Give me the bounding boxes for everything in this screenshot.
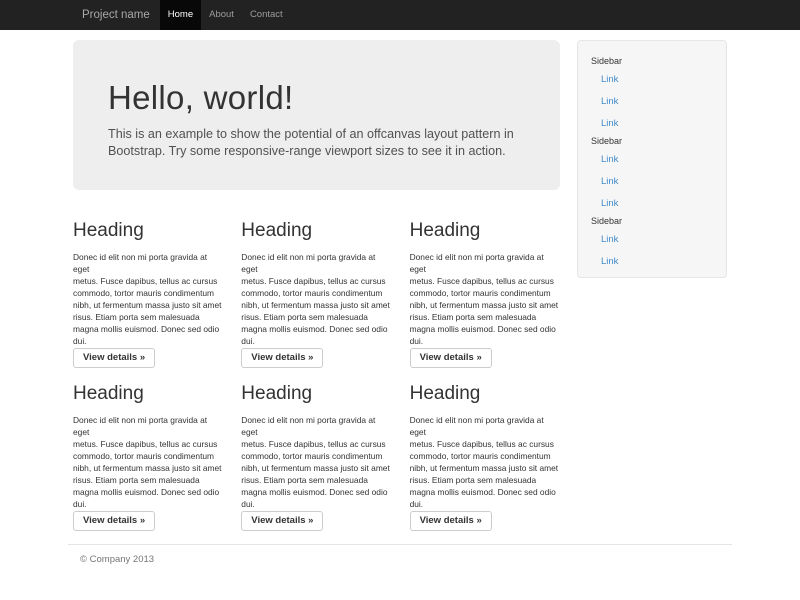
card-6: Heading Donec id elit non mi porta gravi… <box>405 368 573 531</box>
card-2: Heading Donec id elit non mi porta gravi… <box>236 205 404 368</box>
nav-item-about[interactable]: About <box>201 0 242 30</box>
content-row: Hello, world! This is an example to show… <box>68 30 732 531</box>
card-body-text: Donec id elit non mi porta gravida at eg… <box>73 414 222 510</box>
nav-item-contact[interactable]: Contact <box>242 0 291 30</box>
card-5: Heading Donec id elit non mi porta gravi… <box>236 368 404 531</box>
jumbotron: Hello, world! This is an example to show… <box>73 40 560 190</box>
view-details-button[interactable]: View details » <box>241 348 323 368</box>
card-heading: Heading <box>73 383 222 405</box>
view-details-button[interactable]: View details » <box>410 348 492 368</box>
sidebar-link[interactable]: Link <box>601 192 713 214</box>
card-heading: Heading <box>410 383 559 405</box>
navbar: Project name Home About Contact <box>0 0 800 30</box>
card-body-text: Donec id elit non mi porta gravida at eg… <box>410 414 559 510</box>
card-3: Heading Donec id elit non mi porta gravi… <box>405 205 573 368</box>
card-heading: Heading <box>241 383 390 405</box>
sidebar-link[interactable]: Link <box>601 90 713 112</box>
footer-divider <box>68 544 732 545</box>
card-body-text: Donec id elit non mi porta gravida at eg… <box>73 251 222 347</box>
sidebar-link[interactable]: Link <box>601 170 713 192</box>
sidebar-link[interactable]: Link <box>601 68 713 90</box>
card-1: Heading Donec id elit non mi porta gravi… <box>68 205 236 368</box>
nav-item-home[interactable]: Home <box>160 0 201 30</box>
sidebar-group-title: Sidebar <box>591 136 713 147</box>
card-body-text: Donec id elit non mi porta gravida at eg… <box>410 251 559 347</box>
view-details-button[interactable]: View details » <box>73 348 155 368</box>
copyright-text: © Company 2013 <box>80 554 732 565</box>
sidebar-link[interactable]: Link <box>601 228 713 250</box>
sidebar-well: Sidebar Link Link Link Sidebar Link Link… <box>577 40 727 278</box>
sidebar-link[interactable]: Link <box>601 112 713 134</box>
sidebar-link[interactable]: Link <box>601 250 713 272</box>
main-column: Hello, world! This is an example to show… <box>68 40 573 531</box>
card-heading: Heading <box>410 220 559 242</box>
page-title: Hello, world! <box>108 80 525 116</box>
view-details-button[interactable]: View details » <box>241 511 323 531</box>
page-container: Hello, world! This is an example to show… <box>68 30 732 565</box>
navbar-inner: Project name Home About Contact <box>68 0 732 30</box>
card-body-text: Donec id elit non mi porta gravida at eg… <box>241 251 390 347</box>
sidebar-group-2: Sidebar Link Link Link <box>591 136 713 214</box>
view-details-button[interactable]: View details » <box>73 511 155 531</box>
card-4: Heading Donec id elit non mi porta gravi… <box>68 368 236 531</box>
sidebar-group-3: Sidebar Link Link <box>591 216 713 272</box>
card-heading: Heading <box>73 220 222 242</box>
sidebar-group-title: Sidebar <box>591 216 713 227</box>
jumbotron-description: This is an example to show the potential… <box>108 126 525 160</box>
sidebar-group-1: Sidebar Link Link Link <box>591 56 713 134</box>
cards-grid: Heading Donec id elit non mi porta gravi… <box>68 205 573 531</box>
view-details-button[interactable]: View details » <box>410 511 492 531</box>
navbar-brand[interactable]: Project name <box>68 0 160 30</box>
sidebar-link[interactable]: Link <box>601 148 713 170</box>
card-body-text: Donec id elit non mi porta gravida at eg… <box>241 414 390 510</box>
footer: © Company 2013 <box>68 544 732 565</box>
sidebar-group-title: Sidebar <box>591 56 713 67</box>
card-heading: Heading <box>241 220 390 242</box>
